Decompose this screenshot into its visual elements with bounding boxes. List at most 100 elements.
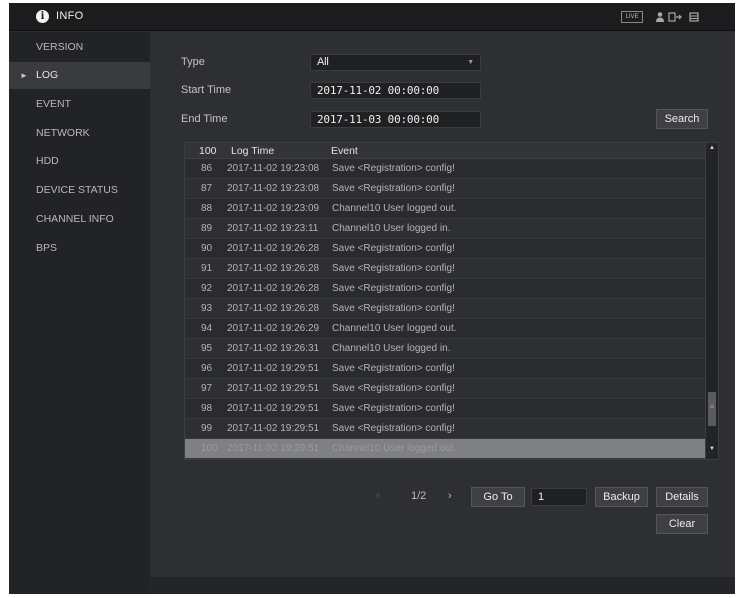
table-row[interactable]: 86 2017-11-02 19:23:08 Save <Registration>…	[185, 159, 706, 179]
table-row[interactable]: 92 2017-11-02 19:26:28 Save <Registration>…	[185, 279, 706, 299]
type-select[interactable]: All ▼	[310, 54, 481, 71]
sidebar-item-network[interactable]: NETWORK	[9, 120, 150, 147]
row-log-time: 2017-11-02 19:23:09	[227, 203, 320, 214]
table-row-selected[interactable]: 100 2017-11-02 19:29:51 Channel10 User log…	[185, 439, 706, 459]
table-row[interactable]: 99 2017-11-02 19:29:51 Save <Registration>…	[185, 419, 706, 439]
row-log-time: 2017-11-02 19:26:28	[227, 263, 320, 274]
row-log-time: 2017-11-02 19:26:28	[227, 243, 320, 254]
table-row[interactable]: 87 2017-11-02 19:23:08 Save <Registration>…	[185, 179, 706, 199]
row-event: Channel10 User logged out.	[332, 323, 457, 334]
table-row[interactable]: 94 2017-11-02 19:26:29 Channel10 User logg…	[185, 319, 706, 339]
table-row[interactable]: 96 2017-11-02 19:29:51 Save <Registration>…	[185, 359, 706, 379]
scroll-thumb[interactable]: ≡	[708, 392, 716, 426]
sidebar-item-event[interactable]: EVENT	[9, 91, 150, 118]
info-icon: i	[36, 10, 49, 23]
live-button[interactable]: LIVE	[621, 11, 643, 23]
row-event: Save <Registration> config!	[332, 403, 455, 414]
row-log-time: 2017-11-02 19:23:11	[227, 223, 319, 234]
end-time-label: End Time	[181, 113, 228, 125]
search-button[interactable]: Search	[656, 109, 708, 129]
row-log-time: 2017-11-02 19:26:28	[227, 303, 320, 314]
table-row[interactable]: 95 2017-11-02 19:26:31 Channel10 User logg…	[185, 339, 706, 359]
row-event: Save <Registration> config!	[332, 163, 455, 174]
user-icon[interactable]	[655, 11, 665, 23]
row-log-time: 2017-11-02 19:26:31	[227, 343, 320, 354]
end-time-field[interactable]: 2017-11-03 00:00:00	[310, 111, 481, 128]
start-time-label: Start Time	[181, 84, 232, 96]
column-header-log-time: Log Time	[231, 145, 275, 157]
type-label: Type	[181, 56, 205, 68]
table-row[interactable]: 98 2017-11-02 19:29:51 Save <Registration>…	[185, 399, 706, 419]
table-header: 100 Log Time Event	[185, 143, 706, 159]
go-to-button[interactable]: Go To	[471, 487, 525, 507]
table-row[interactable]: 91 2017-11-02 19:26:28 Save <Registration>…	[185, 259, 706, 279]
logout-icon[interactable]	[668, 11, 684, 23]
start-time-field[interactable]: 2017-11-02 00:00:00	[310, 82, 481, 99]
sidebar-item-version[interactable]: VERSION	[9, 34, 150, 61]
row-event: Save <Registration> config!	[332, 363, 455, 374]
backup-button[interactable]: Backup	[595, 487, 648, 507]
menu-icon[interactable]	[689, 11, 699, 23]
row-event: Save <Registration> config!	[332, 183, 455, 194]
row-event: Channel10 User logged in.	[332, 223, 451, 234]
row-log-time: 2017-11-02 19:26:28	[227, 283, 320, 294]
row-event: Channel10 User logged in.	[332, 343, 451, 354]
scroll-down-icon[interactable]: ▼	[706, 446, 718, 452]
row-number: 95	[201, 343, 213, 354]
row-log-time: 2017-11-02 19:29:51	[227, 383, 320, 394]
sidebar-item-label: CHANNEL INFO	[36, 213, 114, 225]
sidebar: VERSION ► LOG EVENT NETWORK HDD DEVICE ST…	[9, 32, 150, 594]
row-number: 90	[201, 243, 213, 254]
table-row[interactable]: 97 2017-11-02 19:29:51 Save <Registration>…	[185, 379, 706, 399]
row-number: 100	[201, 443, 218, 454]
log-panel: Type All ▼ Start Time 2017-11-02 00:00:0…	[150, 32, 735, 577]
row-number: 93	[201, 303, 213, 314]
row-event: Save <Registration> config!	[332, 243, 455, 254]
sidebar-item-label: HDD	[36, 155, 59, 167]
page-indicator: 1/2	[411, 490, 427, 502]
next-page-icon[interactable]: ›	[448, 490, 452, 502]
scroll-up-icon[interactable]: ▲	[706, 145, 718, 151]
row-event: Save <Registration> config!	[332, 263, 455, 274]
go-to-page-input[interactable]: 1	[531, 488, 587, 506]
column-header-no: 100	[199, 145, 217, 157]
table-row[interactable]: 89 2017-11-02 19:23:11 Channel10 User logg…	[185, 219, 706, 239]
row-log-time: 2017-11-02 19:23:08	[227, 183, 320, 194]
table-scrollbar[interactable]: ▲ ≡ ▼	[705, 143, 718, 459]
row-number: 96	[201, 363, 213, 374]
row-event: Channel10 User logged out.	[332, 203, 457, 214]
row-number: 92	[201, 283, 213, 294]
table-row[interactable]: 90 2017-11-02 19:26:28 Save <Registration>…	[185, 239, 706, 259]
sidebar-item-bps[interactable]: BPS	[9, 235, 150, 262]
row-number: 88	[201, 203, 213, 214]
details-button[interactable]: Details	[656, 487, 708, 507]
info-window: i INFO LIVE VERSION ► LOG EVENT NETWORK H…	[9, 3, 735, 594]
row-log-time: 2017-11-02 19:29:51	[227, 423, 320, 434]
row-number: 99	[201, 423, 213, 434]
row-number: 87	[201, 183, 213, 194]
row-event: Save <Registration> config!	[332, 423, 455, 434]
sidebar-item-device-status[interactable]: DEVICE STATUS	[9, 177, 150, 204]
row-event: Save <Registration> config!	[332, 303, 455, 314]
column-header-event: Event	[331, 145, 358, 157]
row-number: 91	[201, 263, 213, 274]
table-row[interactable]: 88 2017-11-02 19:23:09 Channel10 User logg…	[185, 199, 706, 219]
bottom-bar	[150, 577, 735, 594]
sidebar-item-label: BPS	[36, 242, 58, 254]
clear-button[interactable]: Clear	[656, 514, 708, 534]
prev-page-icon[interactable]: ‹	[376, 490, 380, 502]
sidebar-item-label: NETWORK	[36, 127, 90, 139]
window-title: INFO	[56, 10, 84, 22]
sidebar-item-label: EVENT	[36, 98, 72, 110]
row-event: Channel10 User logged out.	[332, 443, 457, 454]
sidebar-item-label: DEVICE STATUS	[36, 184, 118, 196]
sidebar-item-channel-info[interactable]: CHANNEL INFO	[9, 206, 150, 233]
sidebar-item-log[interactable]: ► LOG	[9, 62, 150, 89]
row-number: 94	[201, 323, 213, 334]
row-log-time: 2017-11-02 19:29:51	[227, 363, 320, 374]
table-row[interactable]: 93 2017-11-02 19:26:28 Save <Registration>…	[185, 299, 706, 319]
grip-icon: ≡	[709, 402, 715, 411]
row-number: 98	[201, 403, 213, 414]
row-number: 86	[201, 163, 213, 174]
sidebar-item-hdd[interactable]: HDD	[9, 148, 150, 175]
